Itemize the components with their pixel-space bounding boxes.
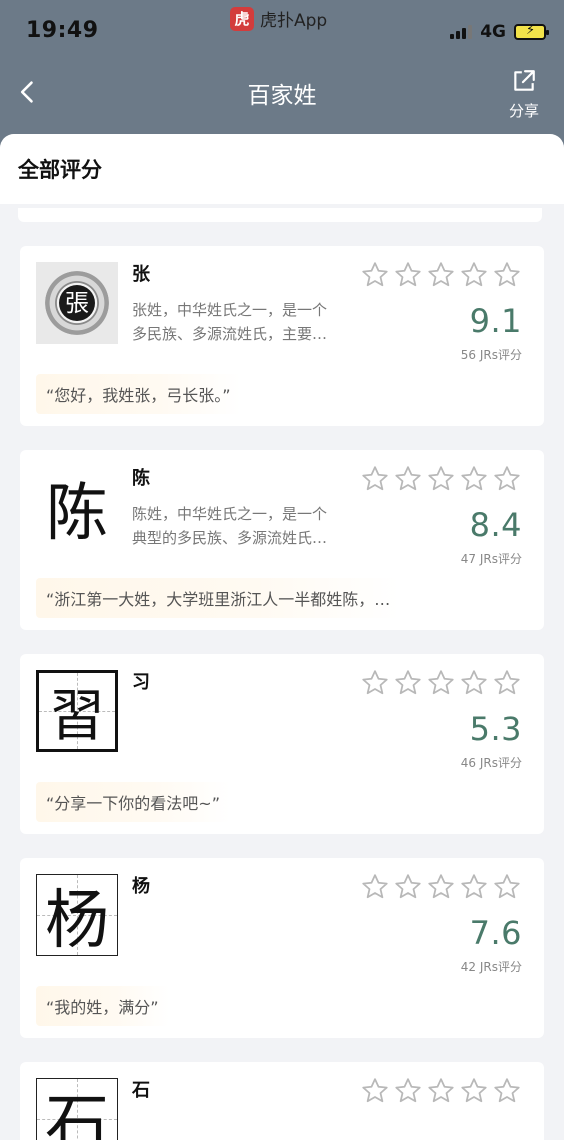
description-line: 陈姓，中华姓氏之一，是一个 xyxy=(132,505,328,523)
section-header: 全部评分 xyxy=(0,134,564,204)
vote-count: 42 JRs评分 xyxy=(460,960,522,974)
star-outline-icon[interactable] xyxy=(459,872,489,902)
score-value: 5.3 xyxy=(469,710,522,748)
battery-icon: ⚡ xyxy=(514,23,549,40)
score-value: 8.4 xyxy=(469,506,522,544)
star-outline-icon[interactable] xyxy=(393,260,423,290)
page-title: 百家姓 xyxy=(247,83,317,109)
thumbnail-char: 杨 xyxy=(45,884,109,958)
star-outline-icon[interactable] xyxy=(459,1076,489,1106)
surname-thumbnail: 習 xyxy=(36,670,118,752)
star-outline-icon[interactable] xyxy=(459,260,489,290)
star-outline-icon[interactable] xyxy=(492,464,522,494)
surname-name: 石 xyxy=(132,1080,150,1101)
vote-count: 47 JRs评分 xyxy=(460,552,522,566)
star-outline-icon[interactable] xyxy=(360,872,390,902)
list-top-edge xyxy=(18,208,542,222)
surname-name: 习 xyxy=(132,672,150,693)
star-outline-icon[interactable] xyxy=(360,668,390,698)
list-item[interactable]: 杨 杨 7.6 42 JRs评分 “我的姓，满分” xyxy=(20,858,544,1038)
share-button[interactable]: 分享 xyxy=(504,68,544,121)
surname-description: 陈姓，中华姓氏之一，是一个 典型的多民族、多源流姓氏… xyxy=(132,502,364,550)
surname-thumbnail: 石 xyxy=(36,1078,118,1140)
star-rating[interactable] xyxy=(360,872,522,902)
star-outline-icon[interactable] xyxy=(426,260,456,290)
star-outline-icon[interactable] xyxy=(426,464,456,494)
top-comment: “分享一下你的看法吧~” xyxy=(36,782,230,822)
star-outline-icon[interactable] xyxy=(393,464,423,494)
vote-count: 46 JRs评分 xyxy=(460,756,522,770)
top-comment: “您好，我姓张，弓长张。” xyxy=(36,374,241,414)
app-logo-icon: 虎 xyxy=(230,6,254,31)
app-badge-label: 虎扑App xyxy=(260,11,328,31)
star-outline-icon[interactable] xyxy=(426,668,456,698)
star-outline-icon[interactable] xyxy=(393,872,423,902)
star-outline-icon[interactable] xyxy=(492,668,522,698)
description-line: 典型的多民族、多源流姓氏… xyxy=(132,529,328,547)
star-outline-icon[interactable] xyxy=(459,464,489,494)
star-outline-icon[interactable] xyxy=(360,260,390,290)
network-label: 4G xyxy=(480,22,506,42)
signal-icon xyxy=(450,25,473,39)
star-outline-icon[interactable] xyxy=(492,872,522,902)
list-item[interactable]: 陈 陈 陈姓，中华姓氏之一，是一个 典型的多民族、多源流姓氏… 8.4 47 J… xyxy=(20,450,544,630)
surname-description: 张姓，中华姓氏之一，是一个 多民族、多源流姓氏，主要… xyxy=(132,298,364,346)
star-outline-icon[interactable] xyxy=(492,1076,522,1106)
star-outline-icon[interactable] xyxy=(360,1076,390,1106)
star-outline-icon[interactable] xyxy=(426,1076,456,1106)
star-rating[interactable] xyxy=(360,260,522,290)
star-rating[interactable] xyxy=(360,668,522,698)
seal-char: 張 xyxy=(59,285,95,321)
star-outline-icon[interactable] xyxy=(393,668,423,698)
seal-image: 張 xyxy=(45,271,109,335)
top-comment: “我的姓，满分” xyxy=(36,986,169,1026)
top-comment: “浙江第一大姓，大学班里浙江人一半都姓陈，… xyxy=(36,578,401,618)
star-rating[interactable] xyxy=(360,464,522,494)
surname-name: 杨 xyxy=(132,876,150,897)
list-item[interactable]: 習 习 5.3 46 JRs评分 “分享一下你的看法吧~” xyxy=(20,654,544,834)
section-title: 全部评分 xyxy=(18,158,102,182)
star-outline-icon[interactable] xyxy=(393,1076,423,1106)
thumbnail-char: 習 xyxy=(49,683,105,749)
share-icon xyxy=(514,70,535,91)
star-rating[interactable] xyxy=(360,1076,522,1106)
app-badge[interactable]: 虎 虎扑App xyxy=(230,6,327,31)
nav-bar: 百家姓 分享 xyxy=(0,62,564,132)
score-value: 7.6 xyxy=(469,914,522,952)
share-label: 分享 xyxy=(508,102,539,120)
surname-thumbnail: 杨 xyxy=(36,874,118,958)
content-sheet: 全部评分 張 张 张姓，中华姓氏之一，是一个 多民族、多源流姓氏，主要… 9.1… xyxy=(0,134,564,1140)
vote-count: 56 JRs评分 xyxy=(460,348,522,362)
surname-name: 张 xyxy=(132,264,150,285)
description-line: 张姓，中华姓氏之一，是一个 xyxy=(132,301,328,319)
list-item[interactable]: 張 张 张姓，中华姓氏之一，是一个 多民族、多源流姓氏，主要… 9.1 56 J… xyxy=(20,246,544,426)
star-outline-icon[interactable] xyxy=(360,464,390,494)
status-indicators: 4G ⚡ xyxy=(450,22,549,42)
list-item[interactable]: 石 石 xyxy=(20,1062,544,1140)
star-outline-icon[interactable] xyxy=(426,872,456,902)
surname-thumbnail: 陈 xyxy=(36,466,118,549)
status-time: 19:49 xyxy=(26,18,99,43)
thumbnail-char: 陈 xyxy=(45,476,108,549)
surname-thumbnail: 張 xyxy=(36,262,118,344)
surname-name: 陈 xyxy=(132,468,150,489)
status-bar: 19:49 虎 虎扑App 4G ⚡ xyxy=(0,0,564,62)
thumbnail-char: 石 xyxy=(45,1088,109,1140)
star-outline-icon[interactable] xyxy=(492,260,522,290)
score-value: 9.1 xyxy=(469,302,522,340)
star-outline-icon[interactable] xyxy=(459,668,489,698)
description-line: 多民族、多源流姓氏，主要… xyxy=(132,325,328,343)
